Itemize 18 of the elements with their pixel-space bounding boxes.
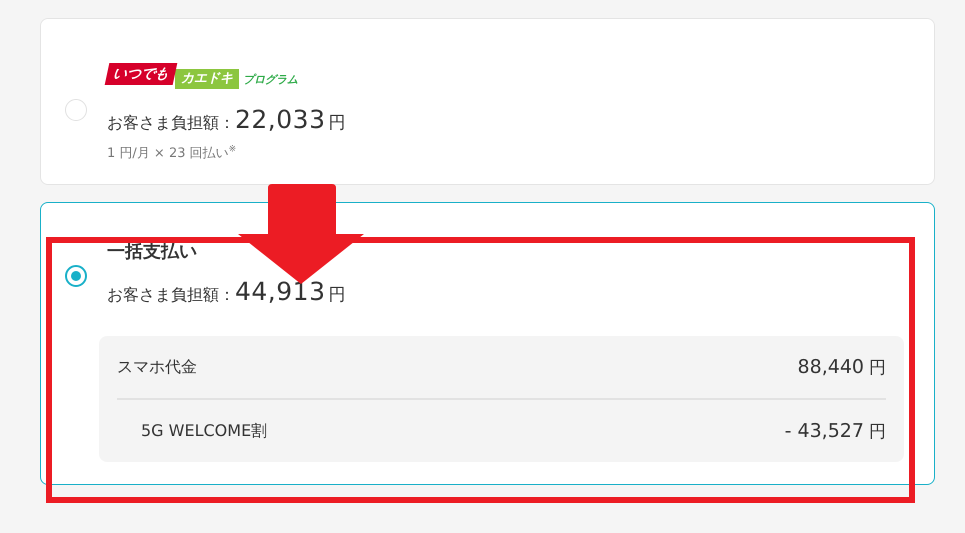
plan-title: 一括支払い — [107, 240, 198, 263]
amount-value: 44,913 — [235, 277, 326, 306]
currency-unit: 円 — [328, 284, 346, 306]
breakdown-value: 88,440 円 — [798, 356, 886, 378]
amount-value: 22,033 — [235, 105, 326, 134]
amount-label: お客さま負担額： — [107, 113, 235, 134]
installment-note: 1 円/月 × 23 回払い$^{※}$ — [107, 144, 238, 162]
amount-label: お客さま負担額： — [107, 285, 235, 306]
logo-text: いつでも — [104, 63, 178, 85]
plan-card[interactable]: いつでも カエドキ プログラム お客さま負担額：22,033 円 1 円/月 × 23 回払い$^{※}$ — [40, 18, 935, 185]
currency-unit: 円 — [328, 112, 346, 134]
logo-text: カエドキ — [175, 69, 239, 89]
breakdown-value: - 43,527 円 — [784, 420, 886, 442]
plan-card[interactable]: 一括支払い お客さま負担額：44,913 円 スマホ代金 88,440 円 5G WELCOME割 - 43,527 円 — [40, 202, 935, 485]
breakdown-label: スマホ代金 — [117, 356, 197, 378]
logo-text: プログラム — [243, 72, 298, 87]
breakdown-label: 5G WELCOME割 — [140, 420, 268, 442]
radio-button[interactable] — [65, 265, 87, 287]
